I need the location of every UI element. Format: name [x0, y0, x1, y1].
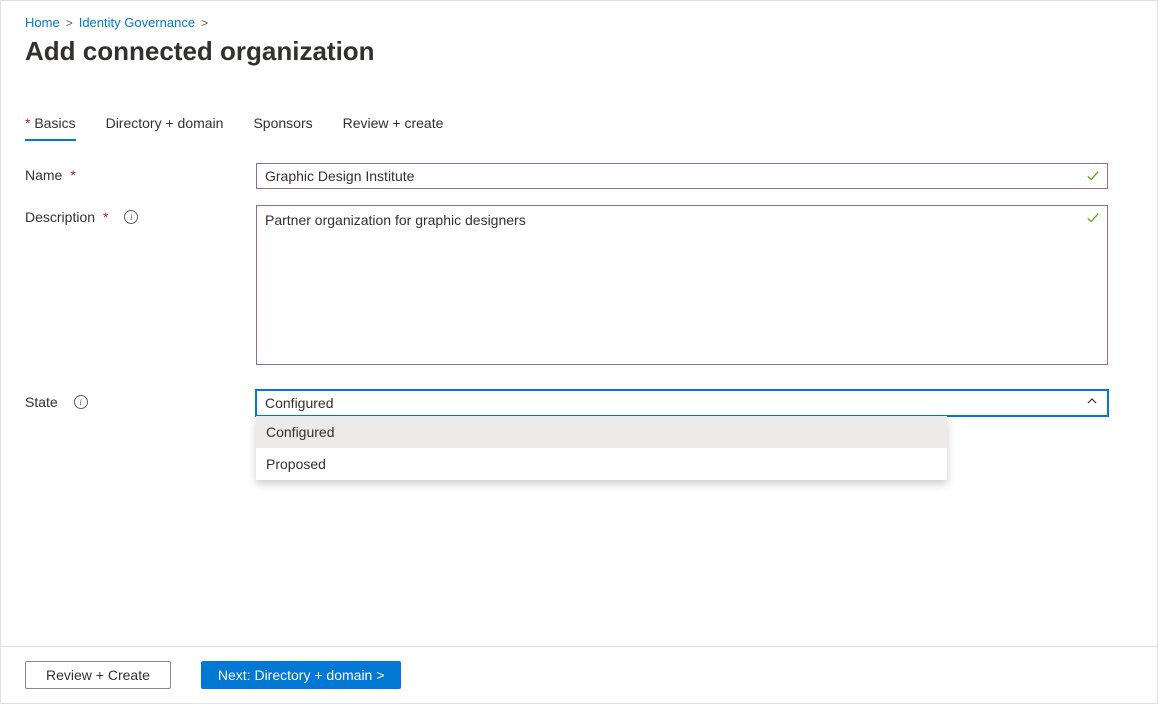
chevron-right-icon: >	[201, 16, 208, 30]
description-input[interactable]: Partner organization for graphic designe…	[256, 205, 1108, 365]
info-icon[interactable]: i	[74, 395, 88, 409]
name-label: Name*	[25, 163, 256, 183]
description-label: Description* i	[25, 205, 256, 225]
tab-label: Directory + domain	[106, 115, 224, 131]
breadcrumb-identity-governance[interactable]: Identity Governance	[79, 15, 195, 30]
dropdown-option-configured[interactable]: Configured	[256, 416, 947, 448]
breadcrumb: Home > Identity Governance >	[25, 15, 1133, 30]
footer: Review + Create Next: Directory + domain…	[1, 646, 1157, 703]
state-label: State i	[25, 390, 256, 410]
tab-basics[interactable]: Basics	[25, 115, 76, 141]
info-icon[interactable]: i	[124, 210, 138, 224]
form-row-state: State i Configured Configured Proposed	[25, 390, 1133, 416]
name-input[interactable]	[256, 163, 1108, 189]
state-dropdown[interactable]: Configured	[256, 390, 1108, 416]
form-row-description: Description* i Partner organization for …	[25, 205, 1133, 368]
dropdown-option-proposed[interactable]: Proposed	[256, 448, 947, 480]
checkmark-icon	[1086, 211, 1100, 225]
tab-directory-domain[interactable]: Directory + domain	[106, 115, 224, 141]
required-asterisk: *	[103, 209, 108, 225]
tab-review-create[interactable]: Review + create	[343, 115, 444, 141]
dropdown-selected-value: Configured	[265, 395, 334, 411]
tab-label: Review + create	[343, 115, 444, 131]
page-title: Add connected organization	[25, 36, 1133, 67]
tab-sponsors[interactable]: Sponsors	[253, 115, 312, 141]
state-dropdown-list: Configured Proposed	[256, 416, 947, 480]
checkmark-icon	[1086, 169, 1100, 183]
breadcrumb-home[interactable]: Home	[25, 15, 60, 30]
next-button[interactable]: Next: Directory + domain >	[201, 661, 402, 689]
required-asterisk: *	[70, 167, 75, 183]
form-row-name: Name*	[25, 163, 1133, 189]
review-create-button[interactable]: Review + Create	[25, 661, 171, 689]
tabs: Basics Directory + domain Sponsors Revie…	[25, 115, 1133, 141]
chevron-right-icon: >	[66, 16, 73, 30]
tab-label: Sponsors	[253, 115, 312, 131]
tab-label: Basics	[25, 115, 76, 131]
chevron-up-icon	[1086, 395, 1098, 407]
